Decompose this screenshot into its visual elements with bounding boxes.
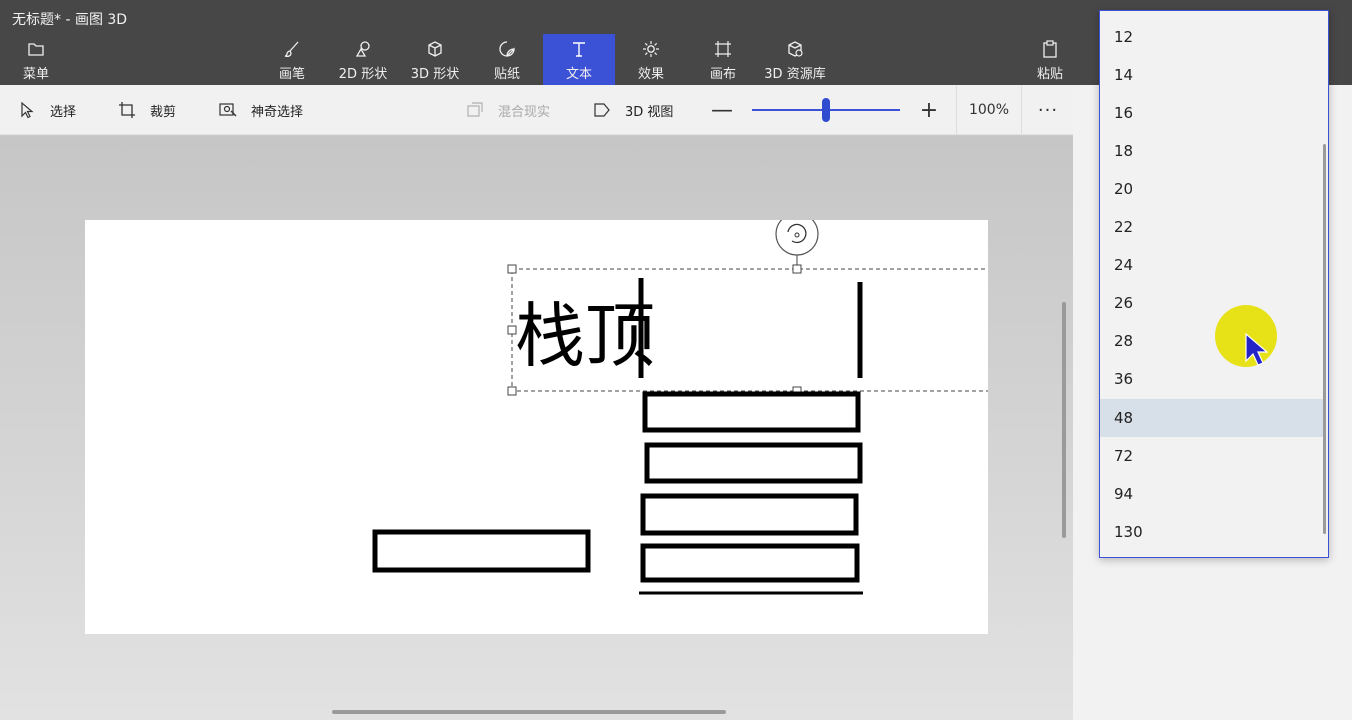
- font-size-option[interactable]: 28: [1100, 322, 1326, 360]
- 3d-view-icon: [594, 103, 610, 117]
- tool-label: 贴纸: [493, 67, 520, 82]
- effects-icon: [615, 40, 687, 62]
- 2d-shapes-icon: [327, 40, 399, 62]
- window-title: 无标题* - 画图 3D: [12, 12, 128, 28]
- tool-label: 画笔: [278, 67, 305, 82]
- canvas-text[interactable]: 栈顶: [515, 295, 655, 377]
- stack-rectangle: [640, 543, 860, 583]
- paste-button[interactable]: 粘贴: [1014, 34, 1086, 85]
- toolbar: 选择 裁剪 神奇选择 混合现实 3D 视图 — + 100% ···: [0, 85, 1073, 135]
- rotate-handle[interactable]: [775, 220, 819, 256]
- font-size-dropdown[interactable]: 12 14 16 18 20 22 24 26 28 36 48 72 94 1…: [1099, 10, 1329, 558]
- tool-2d-shapes[interactable]: 2D 形状: [327, 34, 399, 85]
- paste-label: 粘贴: [1036, 67, 1063, 82]
- 3d-shapes-icon: [399, 40, 471, 62]
- mixed-reality-icon: [467, 102, 483, 117]
- tool-label: 3D 资源库: [764, 67, 826, 82]
- tool-text[interactable]: 文本: [543, 34, 615, 85]
- element-rectangle: [372, 529, 591, 573]
- 3d-view-label: 3D 视图: [625, 104, 674, 120]
- zoom-level: 100%: [956, 85, 1022, 135]
- tool-canvas[interactable]: 画布: [687, 34, 759, 85]
- zoom-out-button[interactable]: —: [707, 85, 737, 135]
- 3d-library-icon: [759, 40, 831, 62]
- tool-effects[interactable]: 效果: [615, 34, 687, 85]
- text-icon: [543, 40, 615, 62]
- zoom-slider-thumb[interactable]: [822, 98, 830, 122]
- font-size-option[interactable]: 18: [1100, 132, 1326, 170]
- font-size-option[interactable]: 16: [1100, 94, 1326, 132]
- stack-rectangle: [644, 442, 863, 484]
- tool-label: 2D 形状: [338, 67, 388, 82]
- canvas-icon: [687, 40, 759, 62]
- font-size-option[interactable]: 14: [1100, 56, 1326, 94]
- 3d-view-button[interactable]: 3D 视图: [593, 85, 673, 135]
- font-size-option[interactable]: 20: [1100, 170, 1326, 208]
- font-size-option[interactable]: 12: [1100, 18, 1326, 56]
- crop-icon: [119, 102, 135, 118]
- mixed-reality-button[interactable]: 混合现实: [466, 85, 550, 135]
- tool-label: 效果: [637, 67, 664, 82]
- stack-rectangle: [640, 493, 859, 536]
- folder-icon: [0, 40, 72, 62]
- brush-icon: [256, 40, 328, 62]
- workspace: 栈顶: [0, 136, 1073, 720]
- crop-button[interactable]: 裁剪: [118, 85, 176, 135]
- mouse-pointer-icon: [1245, 333, 1268, 366]
- font-size-option[interactable]: 94: [1100, 475, 1326, 513]
- resize-handle[interactable]: [507, 264, 517, 274]
- mixed-reality-label: 混合现实: [498, 104, 551, 120]
- font-size-option[interactable]: 26: [1100, 284, 1326, 322]
- magic-select-icon: [219, 103, 237, 117]
- font-size-option[interactable]: 36: [1100, 360, 1326, 398]
- tool-label: 3D 形状: [410, 67, 460, 82]
- resize-handle[interactable]: [507, 386, 517, 396]
- menu-label: 菜单: [22, 67, 49, 82]
- font-size-option[interactable]: 22: [1100, 208, 1326, 246]
- cursor-arrow-icon: [21, 101, 34, 119]
- tool-3d-shapes[interactable]: 3D 形状: [399, 34, 471, 85]
- zoom-in-button[interactable]: +: [914, 85, 944, 135]
- font-size-option-selected[interactable]: 48: [1100, 399, 1326, 437]
- select-label: 选择: [50, 104, 77, 120]
- menu-button[interactable]: 菜单: [0, 34, 72, 85]
- resize-handle[interactable]: [792, 264, 802, 274]
- stack-rectangle: [642, 391, 861, 433]
- dropdown-scrollbar[interactable]: [1323, 144, 1326, 534]
- font-size-option[interactable]: 72: [1100, 437, 1326, 475]
- font-size-option[interactable]: 130: [1100, 513, 1326, 551]
- drawing-canvas[interactable]: 栈顶: [85, 220, 988, 634]
- tool-label: 文本: [565, 67, 592, 82]
- tool-3d-library[interactable]: 3D 资源库: [759, 34, 831, 85]
- font-size-option[interactable]: 24: [1100, 246, 1326, 284]
- zoom-slider[interactable]: [752, 98, 900, 122]
- tool-label: 画布: [709, 67, 736, 82]
- tool-sticker[interactable]: 贴纸: [471, 34, 543, 85]
- clipboard-icon: [1014, 40, 1086, 62]
- horizontal-scrollbar[interactable]: [332, 710, 726, 714]
- magic-select-label: 神奇选择: [251, 104, 304, 120]
- magic-select-button[interactable]: 神奇选择: [219, 85, 303, 135]
- select-button[interactable]: 选择: [18, 85, 76, 135]
- vertical-scrollbar[interactable]: [1062, 302, 1066, 538]
- crop-label: 裁剪: [150, 104, 177, 120]
- tool-brush[interactable]: 画笔: [256, 34, 328, 85]
- sticker-icon: [471, 40, 543, 62]
- more-options-button[interactable]: ···: [1032, 85, 1064, 135]
